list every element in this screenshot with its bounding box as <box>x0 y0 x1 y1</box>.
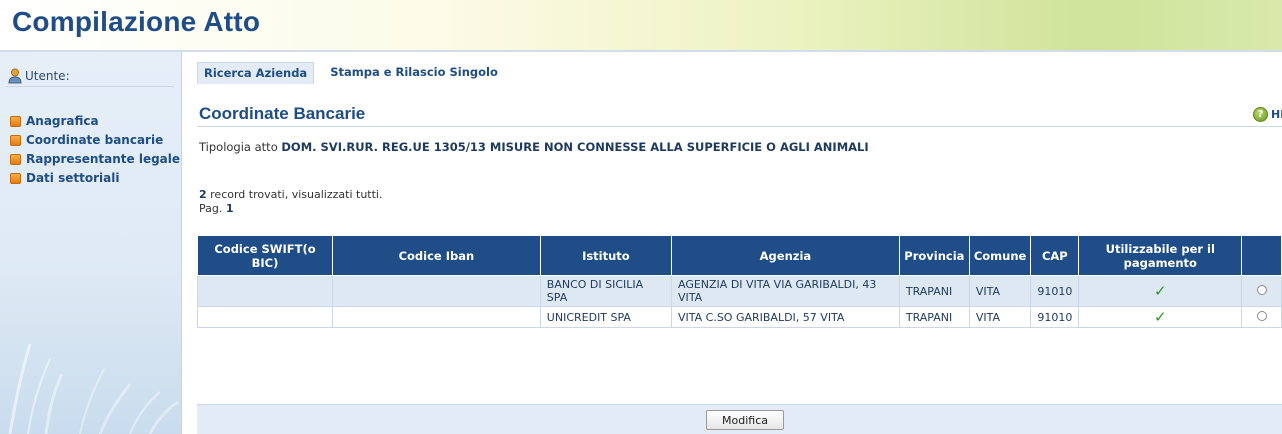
check-icon: ✓ <box>1153 282 1167 300</box>
cell-istituto: BANCO DI SICILIA SPA <box>539 275 672 307</box>
bullet-icon <box>10 153 21 165</box>
sidebar-item-label: Coordinate bancarie <box>26 133 164 147</box>
table-row[interactable]: UNICREDIT SPA VITA C.SO GARIBALDI, 57 VI… <box>197 306 1282 328</box>
cell-agenzia: AGENZIA DI VITA VIA GARIBALDI, 43 VITA <box>670 275 900 307</box>
cell-provincia: TRAPANI <box>898 275 970 307</box>
user-icon <box>8 68 22 84</box>
cell-provincia: TRAPANI <box>898 306 970 328</box>
cell-select <box>1241 275 1282 307</box>
main-content: Ricerca Azienda Stampa e Rilascio Singol… <box>183 52 1282 434</box>
col-header-iban[interactable]: Codice Iban <box>331 235 541 276</box>
app-header: Compilazione Atto <box>0 0 1282 52</box>
divider <box>6 86 174 96</box>
table-row[interactable]: BANCO DI SICILIA SPA AGENZIA DI VITA VIA… <box>197 275 1282 307</box>
cell-utilizzabile: ✓ <box>1078 306 1243 328</box>
tab-bar: Ricerca Azienda Stampa e Rilascio Singol… <box>197 62 504 84</box>
col-header-utilizzabile[interactable]: Utilizzabile per il pagamento <box>1078 235 1243 276</box>
col-header-comune[interactable]: Comune <box>968 235 1032 276</box>
cell-iban <box>331 275 541 307</box>
modifica-button[interactable]: Modifica <box>706 410 784 430</box>
cell-cap: 91010 <box>1030 306 1080 328</box>
cell-swift <box>197 275 333 307</box>
col-header-istituto[interactable]: Istituto <box>539 235 672 276</box>
cell-cap: 91010 <box>1030 275 1080 307</box>
cell-istituto: UNICREDIT SPA <box>539 306 672 328</box>
check-icon: ✓ <box>1153 308 1167 326</box>
tab-stampa-rilascio-singolo[interactable]: Stampa e Rilascio Singolo <box>324 62 504 84</box>
col-header-swift[interactable]: Codice SWIFT(o BIC) <box>197 235 333 276</box>
col-header-select <box>1241 235 1282 276</box>
tipologia-atto: Tipologia atto DOM. SVI.RUR. REG.UE 1305… <box>199 140 869 154</box>
user-info: Utente: <box>8 68 70 84</box>
records-summary: 2 record trovati, visualizzati tutti. <box>199 188 382 201</box>
table-header-row: Codice SWIFT(o BIC) Codice Iban Istituto… <box>197 235 1282 276</box>
page-title: Coordinate Bancarie <box>199 104 366 123</box>
cell-utilizzabile: ✓ <box>1078 275 1243 307</box>
select-radio[interactable] <box>1256 284 1267 295</box>
records-text: record trovati, visualizzati tutti. <box>210 188 383 201</box>
sidebar-item-coordinate-bancarie[interactable]: Coordinate bancarie <box>10 131 180 149</box>
tipologia-value: DOM. SVI.RUR. REG.UE 1305/13 MISURE NON … <box>281 140 869 154</box>
bullet-icon <box>10 115 21 127</box>
bullet-icon <box>10 134 21 146</box>
cell-comune: VITA <box>968 306 1032 328</box>
sidebar-item-label: Anagrafica <box>26 114 99 128</box>
divider <box>197 126 1282 127</box>
bullet-icon <box>10 172 21 184</box>
sidebar: Utente: Anagrafica Coordinate bancarie R… <box>0 52 182 434</box>
sidebar-item-label: Rappresentante legale <box>26 152 181 166</box>
page-number: 1 <box>225 202 234 215</box>
sidebar-item-label: Dati settoriali <box>26 171 120 185</box>
page-label: Pag. <box>199 202 223 215</box>
action-bar: Modifica <box>197 404 1282 434</box>
user-label: Utente: <box>25 69 70 83</box>
help-icon: ? <box>1253 107 1268 122</box>
app-title: Compilazione Atto <box>12 6 261 37</box>
sidebar-menu: Anagrafica Coordinate bancarie Rappresen… <box>10 112 180 188</box>
select-radio[interactable] <box>1256 310 1267 321</box>
cell-comune: VITA <box>968 275 1032 307</box>
cell-select <box>1241 306 1282 328</box>
help-link[interactable]: ? HELI <box>1253 107 1282 122</box>
cell-agenzia: VITA C.SO GARIBALDI, 57 VITA <box>670 306 900 328</box>
sidebar-item-anagrafica[interactable]: Anagrafica <box>10 112 180 130</box>
records-count: 2 <box>199 188 207 201</box>
col-header-cap[interactable]: CAP <box>1030 235 1080 276</box>
page-indicator: Pag. 1 <box>199 202 234 215</box>
cell-iban <box>331 306 541 328</box>
sidebar-item-dati-settoriali[interactable]: Dati settoriali <box>10 169 180 187</box>
tipologia-label: Tipologia atto <box>199 140 278 154</box>
cell-swift <box>197 306 333 328</box>
sidebar-item-rappresentante-legale[interactable]: Rappresentante legale <box>10 150 180 168</box>
help-label: HELI <box>1271 108 1282 121</box>
coordinate-table: Codice SWIFT(o BIC) Codice Iban Istituto… <box>197 235 1282 328</box>
col-header-agenzia[interactable]: Agenzia <box>670 235 900 276</box>
tab-ricerca-azienda[interactable]: Ricerca Azienda <box>197 62 315 84</box>
decorative-reeds <box>0 314 182 434</box>
col-header-provincia[interactable]: Provincia <box>898 235 970 276</box>
